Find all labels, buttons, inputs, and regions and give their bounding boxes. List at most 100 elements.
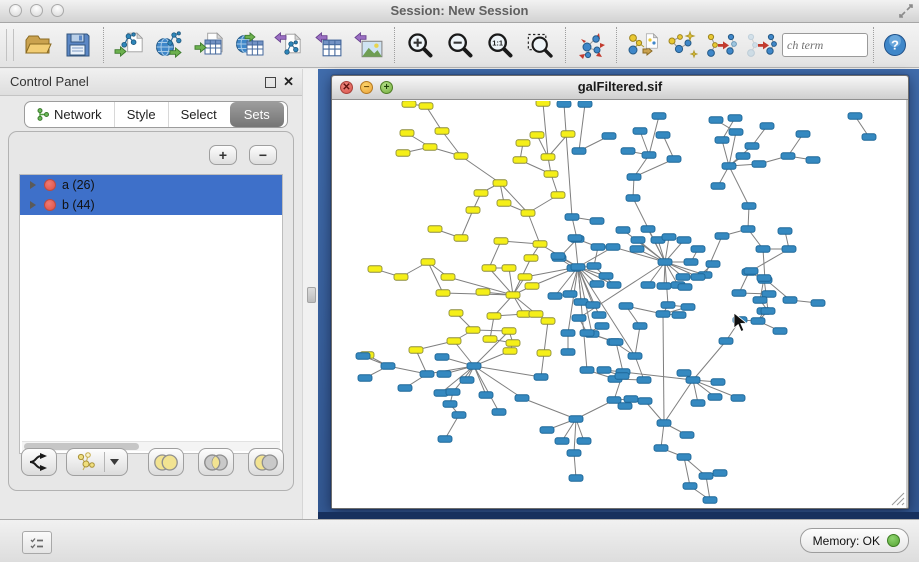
network-graph[interactable] [332,101,906,508]
graph-node-blue[interactable] [621,148,635,155]
export-image-button[interactable] [350,26,388,64]
graph-node-blue[interactable] [567,450,581,457]
graph-node-blue[interactable] [756,246,770,253]
graph-node-blue[interactable] [569,475,583,482]
tab-network[interactable]: Network [25,102,114,127]
graph-node-yellow[interactable] [428,226,442,233]
graph-node-yellow[interactable] [402,101,416,107]
graph-edge[interactable] [522,398,576,419]
graph-node-blue[interactable] [796,131,810,138]
graph-node-blue[interactable] [778,228,792,235]
graph-node-blue[interactable] [728,115,742,122]
graph-node-blue[interactable] [706,261,720,268]
graph-edge[interactable] [489,241,501,268]
graph-node-blue[interactable] [435,354,449,361]
graph-node-yellow[interactable] [487,313,501,320]
graph-node-blue[interactable] [565,214,579,221]
graph-node-blue[interactable] [683,483,697,490]
graph-node-blue[interactable] [862,134,876,141]
graph-edge[interactable] [616,342,623,372]
graph-edge[interactable] [579,104,585,151]
graph-node-blue[interactable] [699,473,713,480]
graph-node-blue[interactable] [540,427,554,434]
graph-node-yellow[interactable] [494,238,508,245]
graph-node-blue[interactable] [657,420,671,427]
set-row-b[interactable]: b (44) [20,195,282,215]
import-table-file-button[interactable] [190,26,228,64]
graph-node-blue[interactable] [708,394,722,401]
minimize-window-button[interactable] [30,4,43,17]
graph-edge[interactable] [578,267,635,356]
graph-node-yellow[interactable] [544,171,558,178]
graph-node-blue[interactable] [599,273,613,280]
graph-node-blue[interactable] [781,153,795,160]
zoom-in-button[interactable] [401,26,439,64]
graph-edge[interactable] [454,341,474,366]
hide-selected-button[interactable] [703,26,741,64]
import-table-url-button[interactable] [230,26,268,64]
graph-node-blue[interactable] [709,117,723,124]
graph-node-yellow[interactable] [409,347,423,354]
graph-node-blue[interactable] [652,113,666,120]
graph-node-blue[interactable] [677,237,691,244]
graph-node-blue[interactable] [592,312,606,319]
window-resize-grip[interactable] [892,493,904,505]
graph-node-yellow[interactable] [503,348,517,355]
graph-node-blue[interactable] [618,403,632,410]
graph-node-blue[interactable] [479,392,493,399]
graph-node-blue[interactable] [586,302,600,309]
graph-node-blue[interactable] [642,152,656,159]
graph-node-yellow[interactable] [423,144,437,151]
graph-node-blue[interactable] [437,371,451,378]
graph-edge[interactable] [663,314,664,423]
graph-node-blue[interactable] [658,259,672,266]
graph-node-blue[interactable] [641,282,655,289]
graph-node-blue[interactable] [762,291,776,298]
graph-node-blue[interactable] [627,174,641,181]
toolbar-grip[interactable] [6,29,14,61]
graph-node-blue[interactable] [757,275,771,282]
import-network-file-button[interactable] [110,26,148,64]
graph-node-blue[interactable] [591,244,605,251]
import-network-url-button[interactable] [150,26,188,64]
graph-node-blue[interactable] [615,373,629,380]
graph-edge[interactable] [722,140,729,166]
graph-node-yellow[interactable] [497,200,511,207]
graph-node-blue[interactable] [657,283,671,290]
graph-node-blue[interactable] [744,268,758,275]
graph-node-blue[interactable] [619,303,633,310]
graph-node-blue[interactable] [577,438,591,445]
graph-node-blue[interactable] [703,497,717,504]
graph-edge[interactable] [635,326,640,356]
set-row-a[interactable]: a (26) [20,175,282,195]
graph-node-yellow[interactable] [525,283,539,290]
graph-node-blue[interactable] [631,237,645,244]
graph-node-blue[interactable] [578,101,592,107]
minimize-network-button[interactable]: − [360,81,373,94]
graph-node-blue[interactable] [446,389,460,396]
network-canvas[interactable] [332,100,906,508]
graph-node-blue[interactable] [745,143,759,150]
graph-node-blue[interactable] [534,374,548,381]
graph-node-blue[interactable] [752,161,766,168]
close-network-button[interactable]: ✕ [340,81,353,94]
graph-node-blue[interactable] [572,315,586,322]
graph-node-blue[interactable] [667,156,681,163]
graph-node-blue[interactable] [806,157,820,164]
tab-sets[interactable]: Sets [230,102,284,127]
add-set-button[interactable]: + [209,145,237,165]
graph-node-blue[interactable] [711,183,725,190]
graph-node-blue[interactable] [607,397,621,404]
graph-node-yellow[interactable] [436,290,450,297]
graph-node-yellow[interactable] [368,266,382,273]
graph-node-yellow[interactable] [454,235,468,242]
tab-select[interactable]: Select [168,102,229,127]
graph-node-blue[interactable] [656,132,670,139]
graph-node-blue[interactable] [633,323,647,330]
graph-node-blue[interactable] [751,318,765,325]
graph-node-blue[interactable] [681,304,695,311]
graph-node-blue[interactable] [587,263,601,270]
remove-set-button[interactable]: − [249,145,277,165]
graph-node-blue[interactable] [729,129,743,136]
graph-node-blue[interactable] [557,101,571,107]
